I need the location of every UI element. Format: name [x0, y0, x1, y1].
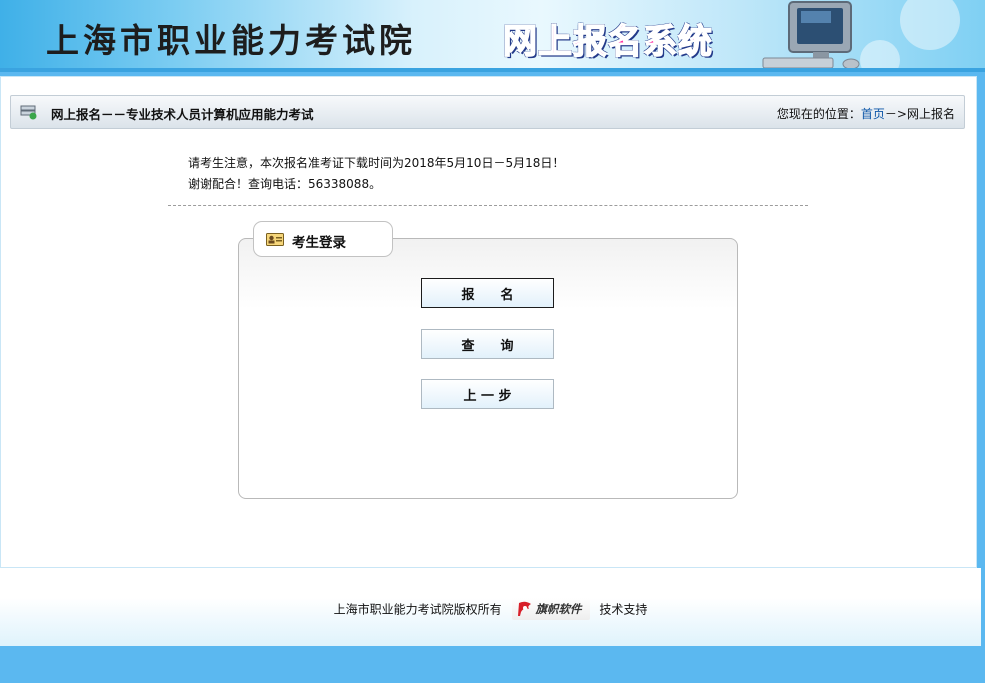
breadcrumb-bar: 网上报名－－专业技术人员计算机应用能力考试 您现在的位置：首页－>网上报名 [10, 95, 965, 129]
copyright-text: 上海市职业能力考试院版权所有 [333, 602, 502, 617]
notice-text: 请考生注意，本次报名准考证下载时间为2018年5月10日－5月18日！ 谢谢配合… [188, 153, 564, 195]
login-tab-label: 考生登录 [292, 235, 346, 251]
id-card-icon [266, 233, 284, 246]
qizhi-software-logo: 旗帜软件 [511, 598, 590, 620]
decor-bubble [900, 0, 960, 50]
header-banner: 上海市职业能力考试院 网上报名系统 [0, 0, 985, 72]
query-button[interactable]: 查 询 [421, 329, 554, 359]
breadcrumb-current: 网上报名 [906, 107, 955, 121]
logo-text: 旗帜软件 [535, 602, 582, 616]
system-title: 网上报名系统 [502, 21, 713, 63]
flag-logo-icon [517, 601, 531, 616]
footer-content: 上海市职业能力考试院版权所有 旗帜软件 技术支持 [0, 598, 981, 620]
computer-icon [762, 1, 860, 70]
footer: 上海市职业能力考试院版权所有 旗帜软件 技术支持 [0, 568, 981, 646]
breadcrumb: 您现在的位置：首页－>网上报名 [777, 105, 955, 122]
support-text: 技术支持 [599, 602, 648, 617]
breadcrumb-separator: －> [884, 107, 907, 121]
notice-line: 谢谢配合！查询电话：56338088。 [188, 177, 382, 191]
notice-line: 请考生注意，本次报名准考证下载时间为2018年5月10日－5月18日！ [188, 156, 565, 170]
breadcrumb-prefix: 您现在的位置： [776, 107, 861, 121]
back-button[interactable]: 上 一 步 [421, 379, 554, 409]
register-button[interactable]: 报 名 [421, 278, 554, 308]
institute-title: 上海市职业能力考试院 [46, 21, 416, 60]
login-tab: 考生登录 [253, 221, 393, 257]
breadcrumb-home-link[interactable]: 首页 [861, 107, 885, 121]
page-title: 网上报名－－专业技术人员计算机应用能力考试 [51, 107, 314, 122]
server-icon [20, 105, 37, 120]
divider [168, 205, 808, 206]
